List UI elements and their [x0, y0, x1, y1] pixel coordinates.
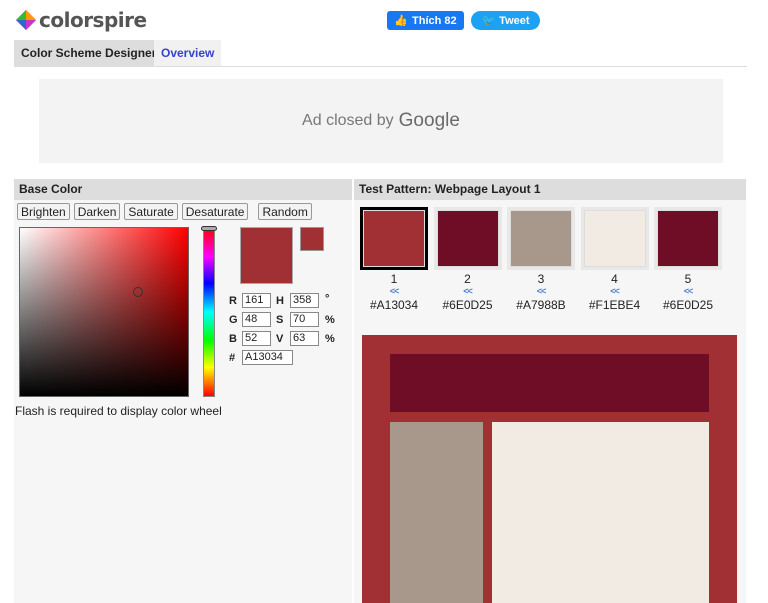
logo-diamond-icon: [16, 10, 36, 30]
picker-cursor[interactable]: [133, 287, 143, 297]
palette-swatch-2[interactable]: 2 << #6E0D25: [433, 207, 503, 312]
ad-closed-banner: Ad closed by Google: [39, 79, 723, 163]
twitter-bird-icon: 🐦: [481, 15, 496, 27]
palette-swatch-4[interactable]: 4 << #F1EBE4: [580, 207, 650, 312]
preview-sidebar: [390, 422, 483, 603]
g-label: G: [229, 314, 238, 326]
flash-notice: Flash is required to display color wheel: [15, 404, 222, 418]
swatch-number: 1: [390, 272, 398, 286]
s-label: S: [276, 314, 284, 326]
test-pattern-title: Test Pattern: Webpage Layout 1: [354, 179, 746, 200]
palette-swatch-1[interactable]: 1 << #A13034: [359, 207, 429, 312]
use-as-base-arrow[interactable]: <<: [433, 286, 503, 296]
v-label: V: [276, 333, 284, 345]
swatch-hex: #A13034: [369, 298, 419, 312]
google-logo: Google: [398, 110, 460, 131]
previous-color-swatch: [300, 227, 324, 251]
colorspire-logo[interactable]: colorspire: [15, 8, 147, 32]
logo-text: colorspire: [39, 8, 147, 32]
tweet-button[interactable]: 🐦 Tweet: [471, 11, 540, 30]
hue-slider[interactable]: [203, 227, 215, 397]
tab-overview[interactable]: Overview: [154, 40, 222, 66]
desaturate-button[interactable]: Desaturate: [181, 203, 249, 220]
swatch-hex: #F1EBE4: [588, 298, 641, 312]
palette-swatch-5[interactable]: 5 << #6E0D25: [653, 207, 723, 312]
swatch-hex: #A7988B: [516, 298, 566, 312]
saturation-value-picker[interactable]: [19, 227, 189, 397]
hex-input[interactable]: A13034: [242, 350, 293, 365]
swatch-chip[interactable]: [654, 207, 722, 270]
saturate-button[interactable]: Saturate: [124, 203, 178, 220]
swatch-chip[interactable]: [507, 207, 575, 270]
thumbs-up-icon: 👍: [394, 15, 409, 27]
adjust-buttons: Brighten Darken Saturate Desaturate Rand…: [17, 203, 312, 220]
r-label: R: [229, 295, 237, 307]
swatch-number: 4: [611, 272, 618, 286]
tweet-label: Tweet: [499, 14, 530, 27]
swatch-color: [436, 210, 499, 267]
swatch-color: [583, 210, 646, 267]
hue-slider-thumb[interactable]: [201, 226, 217, 231]
s-input[interactable]: 70: [290, 312, 319, 327]
h-label: H: [276, 295, 284, 307]
darken-button[interactable]: Darken: [73, 203, 121, 220]
swatch-color: [363, 210, 425, 267]
tab-divider: [14, 66, 747, 67]
swatch-chip[interactable]: [433, 207, 502, 270]
palette-swatch-3[interactable]: 3 << #A7988B: [506, 207, 576, 312]
v-percent-label: %: [325, 333, 335, 345]
v-input[interactable]: 63: [290, 331, 319, 346]
r-input[interactable]: 161: [242, 293, 271, 308]
swatch-color: [510, 210, 572, 267]
current-color-swatch: [240, 227, 293, 284]
facebook-like-button[interactable]: 👍 Thích 82: [387, 11, 464, 30]
use-as-base-arrow[interactable]: <<: [580, 286, 650, 296]
swatch-number: 2: [464, 272, 471, 286]
s-percent-label: %: [325, 314, 335, 326]
preview-header: [390, 354, 709, 412]
degree-label: °: [325, 293, 330, 305]
ad-text: Ad closed by: [302, 112, 394, 129]
swatch-number: 5: [684, 272, 692, 286]
b-label: B: [229, 333, 237, 345]
tab-color-scheme-designer[interactable]: Color Scheme Designer: [14, 40, 164, 66]
layout-preview: [362, 335, 737, 603]
base-color-title: Base Color: [14, 179, 352, 200]
swatch-color: [657, 210, 719, 267]
swatch-chip[interactable]: [360, 207, 428, 270]
swatch-hex: #6E0D25: [662, 298, 714, 312]
like-label: Thích 82: [412, 14, 457, 27]
brighten-button[interactable]: Brighten: [17, 203, 70, 220]
swatch-chip[interactable]: [580, 207, 649, 270]
preview-content: [492, 422, 709, 603]
h-input[interactable]: 358: [290, 293, 319, 308]
swatch-hex: #6E0D25: [442, 298, 493, 312]
use-as-base-arrow[interactable]: <<: [506, 286, 576, 296]
g-input[interactable]: 48: [242, 312, 271, 327]
random-button[interactable]: Random: [258, 203, 312, 220]
use-as-base-arrow[interactable]: <<: [653, 286, 723, 296]
swatch-number: 3: [537, 272, 545, 286]
b-input[interactable]: 52: [242, 331, 271, 346]
use-as-base-arrow[interactable]: <<: [359, 286, 429, 296]
hex-label: #: [229, 352, 236, 364]
